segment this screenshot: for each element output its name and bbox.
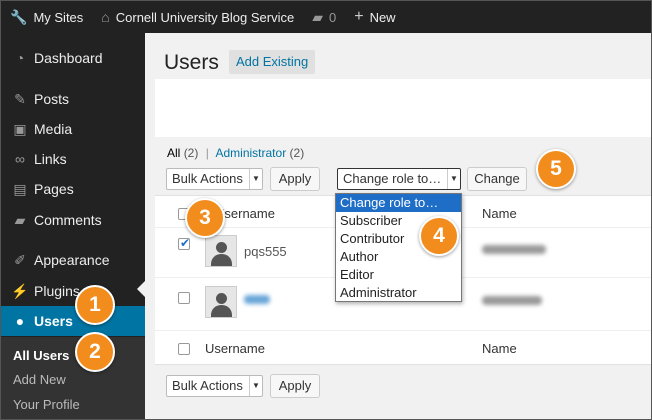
select-all-checkbox-bottom[interactable] <box>178 343 190 355</box>
blurred-name <box>482 245 546 254</box>
sidebar-item-comments[interactable]: ▰ Comments <box>1 205 145 235</box>
sidebar-item-posts[interactable]: ✎ Posts <box>1 84 145 114</box>
sidebar-item-label: Posts <box>34 91 70 107</box>
bulk-actions-value: Bulk Actions <box>172 378 243 393</box>
sidebar-item-label: Plugins <box>34 283 80 299</box>
apply-button-top[interactable]: Apply <box>270 167 320 191</box>
callout-badge-3: 3 <box>185 198 225 238</box>
role-option-placeholder[interactable]: Change role to… <box>336 194 461 212</box>
media-icon: ▣ <box>13 120 27 137</box>
add-existing-button[interactable]: Add Existing <box>229 50 316 74</box>
submenu-your-profile[interactable]: Your Profile <box>13 397 80 412</box>
comments-count: 0 <box>328 9 337 25</box>
apply-button-bottom[interactable]: Apply <box>270 374 320 398</box>
submenu-add-new[interactable]: Add New <box>13 372 66 387</box>
sidebar-item-label: Pages <box>34 181 74 197</box>
column-footer-username[interactable]: Username <box>205 341 265 356</box>
screenshot-frame: 🔧 My Sites ⌂ Cornell University Blog Ser… <box>0 0 652 420</box>
wrench-icon: 🔧 <box>10 8 28 25</box>
callout-badge-4: 4 <box>419 216 459 256</box>
callout-badge-1: 1 <box>75 285 115 325</box>
sidebar-item-media[interactable]: ▣ Media <box>1 114 145 144</box>
brush-icon: ✐ <box>14 251 26 268</box>
chevron-down-icon: ▼ <box>249 376 262 396</box>
link-icon: ∞ <box>15 151 25 167</box>
new-content-menu[interactable]: + New <box>345 1 404 33</box>
sidebar-item-pages[interactable]: ▤ Pages <box>1 174 145 204</box>
column-footer-name[interactable]: Name <box>482 341 517 356</box>
sidebar-item-label: Users <box>34 313 73 329</box>
avatar <box>205 286 237 318</box>
chevron-down-icon: ▼ <box>447 169 460 189</box>
current-menu-arrow <box>137 281 145 297</box>
change-role-value: Change role to… <box>343 171 442 186</box>
view-administrator-link[interactable]: Administrator <box>216 146 287 160</box>
role-option-administrator[interactable]: Administrator <box>336 284 461 302</box>
row-checkbox[interactable] <box>178 292 190 304</box>
site-name-menu[interactable]: ⌂ Cornell University Blog Service <box>92 1 303 33</box>
sidebar-item-plugins[interactable]: ⚡ Plugins <box>1 276 145 306</box>
bulk-actions-select-top[interactable]: Bulk Actions ▼ <box>166 168 263 190</box>
blurred-name <box>482 296 542 305</box>
avatar <box>205 235 237 267</box>
sidebar-item-label: Media <box>34 121 73 137</box>
change-role-button[interactable]: Change <box>467 167 527 191</box>
bulk-actions-value: Bulk Actions <box>172 171 243 186</box>
sidebar-item-label: Links <box>34 151 67 167</box>
site-name-label: Cornell University Blog Service <box>115 9 295 25</box>
sidebar-item-label: Appearance <box>34 252 110 268</box>
sidebar-item-users[interactable]: ● Users <box>1 306 145 336</box>
blurred-username[interactable] <box>244 295 270 304</box>
my-sites-label: My Sites <box>33 9 84 25</box>
comment-icon: ▰ <box>14 211 26 228</box>
sidebar-item-label: Comments <box>34 212 102 228</box>
pin-icon: ✎ <box>14 90 26 107</box>
pages-icon: ▤ <box>13 180 27 197</box>
submenu-all-users[interactable]: All Users <box>13 348 69 363</box>
admin-bar: 🔧 My Sites ⌂ Cornell University Blog Ser… <box>1 1 651 33</box>
page-title: Users <box>164 51 219 74</box>
view-administrator-count: (2) <box>289 146 305 160</box>
callout-badge-5: 5 <box>536 149 576 189</box>
column-header-name[interactable]: Name <box>482 206 517 221</box>
user-view-filters: All (2) | Administrator (2) <box>167 146 304 160</box>
view-separator: | <box>205 146 209 160</box>
callout-badge-2: 2 <box>75 332 115 372</box>
view-all-link[interactable]: All <box>167 146 180 160</box>
row-divider <box>155 330 651 331</box>
username-link[interactable]: pqs555 <box>244 244 287 259</box>
plug-icon: ⚡ <box>11 282 29 299</box>
sidebar-item-appearance[interactable]: ✐ Appearance <box>1 245 145 275</box>
comments-menu[interactable]: ▰ 0 <box>303 1 345 33</box>
sidebar-item-dashboard[interactable]: ◔ Dashboard <box>1 43 145 73</box>
role-option-editor[interactable]: Editor <box>336 266 461 284</box>
dashboard-icon: ◔ <box>15 50 25 66</box>
users-submenu: All Users Add New Your Profile <box>1 337 145 419</box>
sidebar-item-label: Dashboard <box>34 50 103 66</box>
my-sites-menu[interactable]: 🔧 My Sites <box>1 1 92 33</box>
comment-bubble-icon: ▰ <box>312 8 323 25</box>
sidebar-item-links[interactable]: ∞ Links <box>1 144 145 174</box>
change-role-select[interactable]: Change role to… ▼ <box>337 168 461 190</box>
user-icon: ● <box>15 313 25 329</box>
bulk-actions-select-bottom[interactable]: Bulk Actions ▼ <box>166 375 263 397</box>
plus-icon: + <box>354 8 364 25</box>
admin-sidebar: ◔ Dashboard ✎ Posts ▣ Media ∞ Links ▤ Pa… <box>1 33 145 419</box>
home-icon: ⌂ <box>101 9 110 25</box>
chevron-down-icon: ▼ <box>249 169 262 189</box>
notice-area <box>155 79 651 137</box>
new-label: New <box>369 9 396 25</box>
view-all-count: (2) <box>183 146 199 160</box>
row-checkbox[interactable] <box>178 236 190 250</box>
